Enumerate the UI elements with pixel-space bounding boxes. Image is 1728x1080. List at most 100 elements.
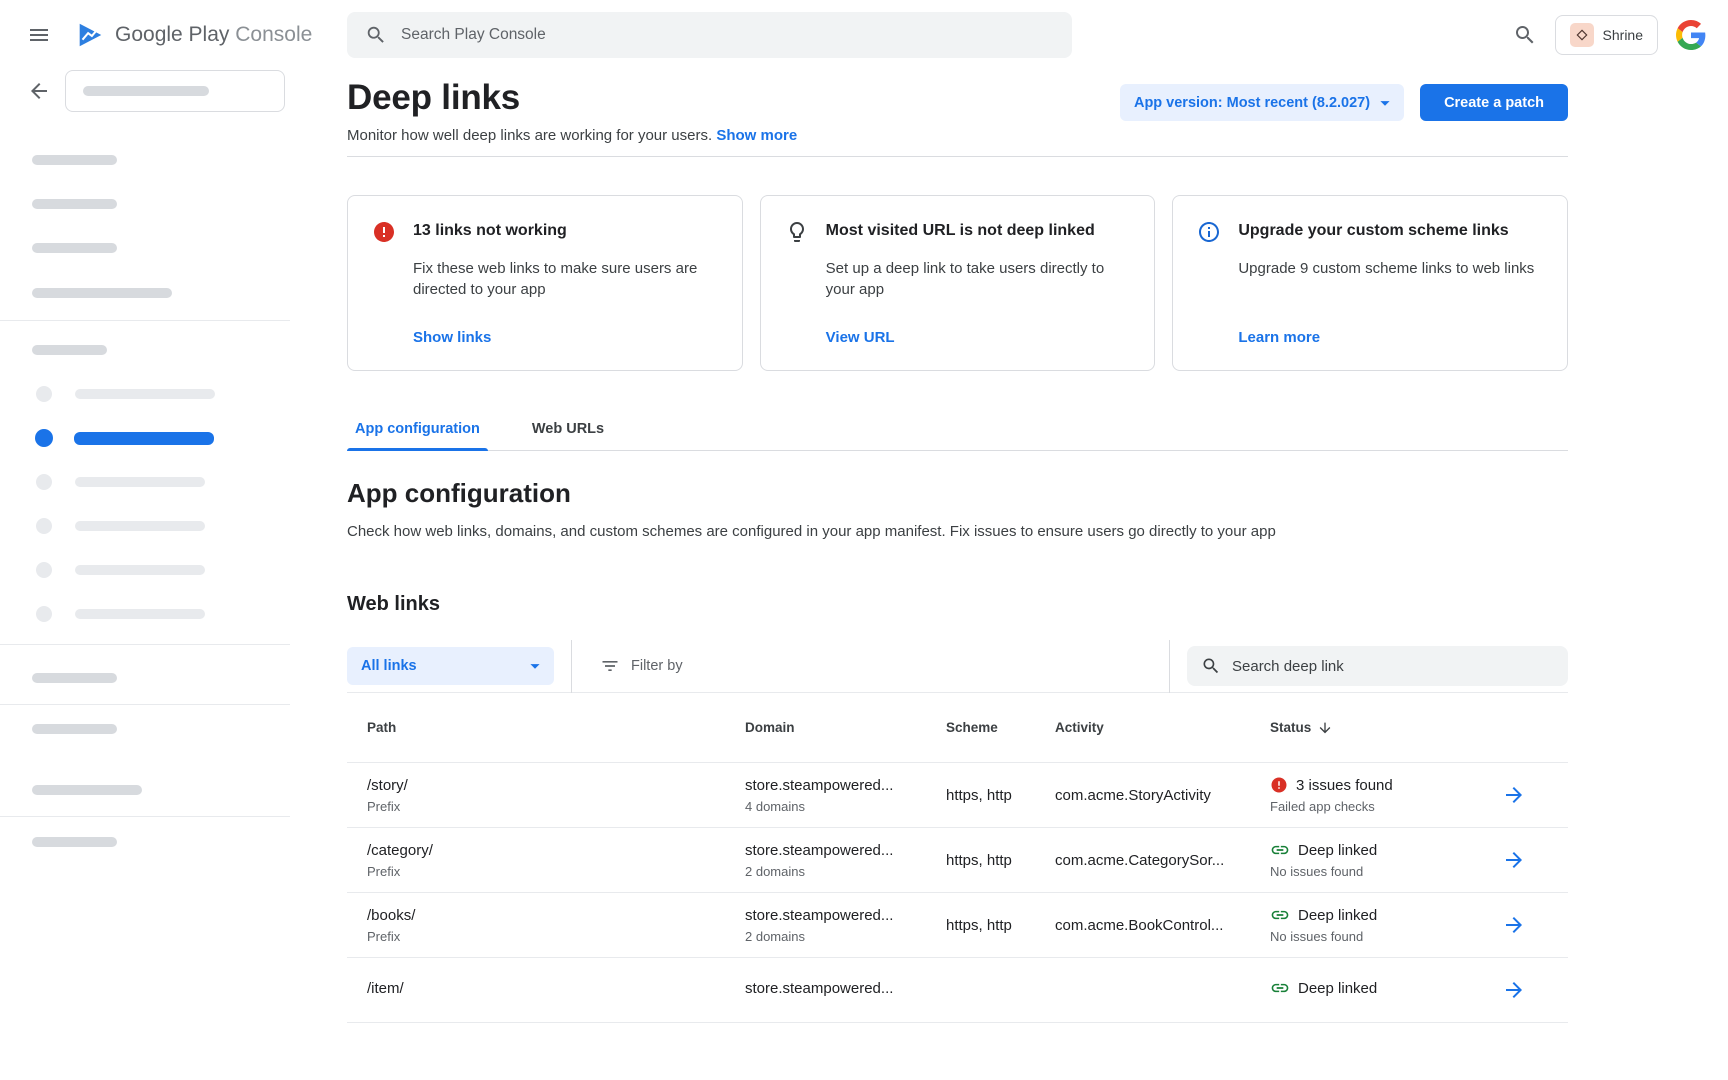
sidebar-divider	[0, 704, 290, 705]
deep-link-search[interactable]	[1187, 646, 1568, 686]
sidebar-nav-item-active[interactable]	[0, 416, 290, 460]
topbar-right: Shrine	[1513, 15, 1728, 55]
deep-link-search-input[interactable]	[1232, 658, 1554, 675]
row-detail-arrow-button[interactable]	[1502, 783, 1526, 807]
google-account-button[interactable]	[1676, 20, 1706, 50]
deep-linked-icon	[1270, 840, 1290, 860]
show-more-link[interactable]: Show more	[716, 127, 797, 144]
activity-value: com.acme.CategorySor...	[1055, 851, 1270, 870]
page-subtitle: Monitor how well deep links are working …	[347, 126, 797, 146]
sidebar-nav-item-skeleton[interactable]	[0, 504, 290, 548]
section-description: Check how web links, domains, and custom…	[347, 522, 1568, 542]
scheme-value: https, http	[946, 786, 1055, 805]
sidebar-section-label-skeleton	[0, 345, 290, 355]
skeleton-bar	[32, 785, 142, 795]
section-heading: App configuration	[347, 477, 1568, 510]
domain-value: store.steampowered...	[745, 776, 946, 795]
card-title: 13 links not working	[413, 220, 718, 244]
status-detail: No issues found	[1270, 929, 1500, 945]
column-header-activity: Activity	[1055, 720, 1270, 735]
logo-secondary: Console	[235, 23, 312, 46]
skeleton-bar	[32, 724, 117, 734]
error-icon	[372, 220, 396, 244]
skeleton-bar	[32, 345, 107, 355]
tab-bar: App configuration Web URLs	[347, 407, 1568, 451]
subtitle-text: Monitor how well deep links are working …	[347, 127, 712, 144]
nav-item-icon-skeleton	[36, 518, 52, 534]
tab-app-configuration[interactable]: App configuration	[347, 407, 488, 450]
play-console-logo[interactable]: Google Play Console	[75, 20, 312, 50]
column-header-status[interactable]: Status	[1270, 720, 1500, 736]
sidebar-nav-list	[0, 372, 290, 636]
table-row[interactable]: /item/ store.steampowered... Deep linked	[347, 958, 1568, 1023]
column-header-domain: Domain	[745, 720, 946, 735]
domain-value: store.steampowered...	[745, 979, 946, 998]
page-title: Deep links	[347, 76, 797, 120]
status-header-label: Status	[1270, 720, 1311, 735]
card-body: Fix these web links to make sure users a…	[413, 258, 718, 300]
show-links-link[interactable]: Show links	[413, 329, 718, 346]
skeleton-bar	[75, 389, 215, 399]
filter-by-button[interactable]: Filter by	[600, 656, 683, 676]
table-row[interactable]: /category/ Prefix store.steampowered... …	[347, 828, 1568, 893]
sidebar-skeleton-group	[0, 837, 290, 847]
column-header-scheme: Scheme	[946, 720, 1055, 735]
status-value: Deep linked	[1298, 979, 1377, 998]
tab-web-urls[interactable]: Web URLs	[524, 407, 612, 450]
global-search[interactable]	[347, 12, 1072, 58]
scheme-value: https, http	[946, 916, 1055, 935]
row-detail-arrow-button[interactable]	[1502, 978, 1526, 1002]
menu-button[interactable]	[27, 21, 51, 49]
card-title: Most visited URL is not deep linked	[826, 220, 1131, 244]
sidebar-nav-item-skeleton[interactable]	[0, 460, 290, 504]
page-header: Deep links Monitor how well deep links a…	[347, 76, 1568, 146]
google-g-icon	[1676, 20, 1706, 50]
skeleton-bar	[83, 86, 209, 96]
secondary-search-button[interactable]	[1513, 23, 1537, 47]
main-content: Deep links Monitor how well deep links a…	[290, 70, 1728, 1080]
skeleton-bar	[75, 477, 205, 487]
skeleton-bar	[32, 243, 117, 253]
global-search-input[interactable]	[401, 26, 1054, 44]
card-title: Upgrade your custom scheme links	[1238, 220, 1543, 244]
info-icon	[1197, 220, 1221, 244]
scheme-value: https, http	[946, 851, 1055, 870]
domain-value: store.steampowered...	[745, 906, 946, 925]
status-value: Deep linked	[1298, 906, 1377, 925]
app-switcher-chip[interactable]: Shrine	[1555, 15, 1658, 55]
sidebar-back-row	[27, 70, 285, 112]
tab-label: App configuration	[355, 421, 480, 437]
sidebar-nav-item-skeleton[interactable]	[0, 592, 290, 636]
web-links-table: Path Domain Scheme Activity Status /stor…	[347, 693, 1568, 1023]
nav-item-icon-skeleton	[36, 562, 52, 578]
nav-item-icon-skeleton	[36, 474, 52, 490]
sidebar-skeleton-group	[0, 673, 290, 683]
skeleton-bar	[75, 565, 205, 575]
column-header-path: Path	[347, 720, 745, 735]
path-value: /item/	[367, 979, 745, 998]
view-url-link[interactable]: View URL	[826, 329, 1131, 346]
insight-cards: 13 links not working Fix these web links…	[347, 195, 1568, 371]
header-divider	[347, 156, 1568, 157]
error-status-icon	[1270, 776, 1288, 794]
vertical-divider	[571, 640, 572, 693]
learn-more-link[interactable]: Learn more	[1238, 329, 1543, 346]
status-detail: Failed app checks	[1270, 799, 1500, 815]
sidebar-nav-item-skeleton[interactable]	[0, 548, 290, 592]
domain-count: 2 domains	[745, 929, 946, 945]
create-patch-button[interactable]: Create a patch	[1420, 84, 1568, 121]
sidebar-nav-item-skeleton[interactable]	[0, 372, 290, 416]
links-filter-dropdown[interactable]: All links	[347, 647, 554, 685]
nav-item-icon-skeleton	[36, 606, 52, 622]
status-value: Deep linked	[1298, 841, 1377, 860]
app-version-selector[interactable]: App version: Most recent (8.2.027)	[1120, 84, 1404, 121]
search-icon	[1201, 656, 1221, 676]
row-detail-arrow-button[interactable]	[1502, 913, 1526, 937]
table-row[interactable]: /books/ Prefix store.steampowered... 2 d…	[347, 893, 1568, 958]
table-row[interactable]: /story/ Prefix store.steampowered... 4 d…	[347, 763, 1568, 828]
row-detail-arrow-button[interactable]	[1502, 848, 1526, 872]
search-icon	[365, 24, 387, 46]
app-switcher-label: Shrine	[1603, 27, 1643, 43]
domain-value: store.steampowered...	[745, 841, 946, 860]
back-button[interactable]	[27, 79, 51, 103]
